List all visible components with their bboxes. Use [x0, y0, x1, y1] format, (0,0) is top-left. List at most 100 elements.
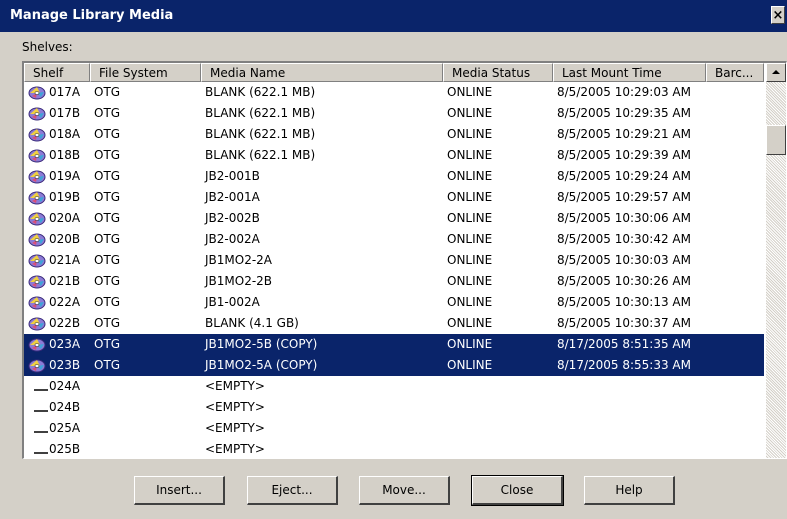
media-status-cell: ONLINE — [447, 127, 493, 141]
media-name-cell: JB1MO2-5B (COPY) — [205, 337, 318, 351]
dash-mark — [34, 431, 48, 433]
insert-button[interactable]: Insert... — [134, 476, 225, 505]
disc-icon — [28, 295, 46, 310]
table-row[interactable]: 017A OTG BLANK (622.1 MB) ONLINE 8/5/2005 10… — [24, 82, 764, 103]
shelf-cell: 017A — [49, 85, 81, 99]
table-row[interactable]: 022B OTG BLANK (4.1 GB) ONLINE 8/5/2005 10:3… — [24, 313, 764, 334]
table-row[interactable]: 023A OTG JB1MO2-5B (COPY) ONLINE 8/17/2005 8… — [24, 334, 764, 355]
media-status-cell: ONLINE — [447, 274, 493, 288]
last-mount-time-cell: 8/5/2005 10:30:03 AM — [557, 253, 691, 267]
file-system-cell: OTG — [94, 316, 121, 330]
table-row[interactable]: 018A OTG BLANK (622.1 MB) ONLINE 8/5/2005 10… — [24, 124, 764, 145]
disc-icon-graphic — [28, 149, 46, 163]
shelves-list[interactable]: Shelf File System Media Name Media Statu… — [22, 61, 787, 459]
shelf-cell: 024B — [49, 400, 81, 414]
table-row[interactable]: 025A <EMPTY> — [24, 418, 764, 439]
table-row[interactable]: 021A OTG JB1MO2-2A ONLINE 8/5/2005 10:30:03 … — [24, 250, 764, 271]
media-status-cell: ONLINE — [447, 316, 493, 330]
column-header-file-system[interactable]: File System — [90, 63, 201, 82]
table-row[interactable]: 018B OTG BLANK (622.1 MB) ONLINE 8/5/2005 10… — [24, 145, 764, 166]
disc-icon — [28, 274, 46, 289]
table-row[interactable]: 020B OTG JB2-002A ONLINE 8/5/2005 10:30:42 A… — [24, 229, 764, 250]
table-row[interactable]: 025B <EMPTY> — [24, 439, 764, 458]
disc-icon-graphic — [28, 191, 46, 205]
table-row[interactable]: 024A <EMPTY> — [24, 376, 764, 397]
shelves-label: Shelves: — [22, 40, 73, 54]
dash-mark — [34, 452, 48, 454]
last-mount-time-cell: 8/5/2005 10:29:24 AM — [557, 169, 691, 183]
vertical-scrollbar[interactable] — [766, 63, 786, 458]
disc-icon — [28, 169, 46, 184]
table-row[interactable]: 020A OTG JB2-002B ONLINE 8/5/2005 10:30:06 A… — [24, 208, 764, 229]
disc-icon — [28, 190, 46, 205]
disc-icon — [28, 253, 46, 268]
move-button[interactable]: Move... — [359, 476, 450, 505]
media-status-cell: ONLINE — [447, 337, 493, 351]
column-header-media-name[interactable]: Media Name — [201, 63, 443, 82]
disc-icon-graphic — [28, 107, 46, 121]
help-button[interactable]: Help — [584, 476, 675, 505]
scroll-thumb[interactable] — [766, 125, 786, 155]
media-status-cell: ONLINE — [447, 106, 493, 120]
file-system-cell: OTG — [94, 295, 121, 309]
shelf-cell: 019B — [49, 190, 81, 204]
shelf-cell: 022A — [49, 295, 81, 309]
close-window-button[interactable]: × — [771, 6, 785, 24]
media-name-cell: JB2-001B — [205, 169, 260, 183]
file-system-cell: OTG — [94, 85, 121, 99]
disc-icon — [28, 232, 46, 247]
column-header-last-mount-time[interactable]: Last Mount Time — [553, 63, 706, 82]
table-row[interactable]: 022A OTG JB1-002A ONLINE 8/5/2005 10:30:13 A… — [24, 292, 764, 313]
empty-slot-icon — [28, 379, 48, 394]
media-name-cell: <EMPTY> — [205, 400, 265, 414]
last-mount-time-cell: 8/5/2005 10:30:42 AM — [557, 232, 691, 246]
table-row[interactable]: 019B OTG JB2-001A ONLINE 8/5/2005 10:29:57 A… — [24, 187, 764, 208]
file-system-cell: OTG — [94, 127, 121, 141]
last-mount-time-cell: 8/5/2005 10:30:06 AM — [557, 211, 691, 225]
media-name-cell: JB2-002A — [205, 232, 260, 246]
disc-icon-graphic — [28, 296, 46, 310]
disc-icon-graphic — [28, 170, 46, 184]
file-system-cell: OTG — [94, 358, 121, 372]
file-system-cell: OTG — [94, 169, 121, 183]
shelf-cell: 024A — [49, 379, 81, 393]
last-mount-time-cell: 8/17/2005 8:51:35 AM — [557, 337, 691, 351]
disc-icon-graphic — [28, 254, 46, 268]
shelf-cell: 023A — [49, 337, 81, 351]
disc-icon-graphic — [28, 338, 46, 352]
dash-mark — [34, 389, 48, 391]
last-mount-time-cell: 8/5/2005 10:30:26 AM — [557, 274, 691, 288]
column-header-media-status[interactable]: Media Status — [443, 63, 553, 82]
table-row[interactable]: 017B OTG BLANK (622.1 MB) ONLINE 8/5/2005 10… — [24, 103, 764, 124]
eject-button[interactable]: Eject... — [247, 476, 338, 505]
table-row[interactable]: 021B OTG JB1MO2-2B ONLINE 8/5/2005 10:30:26 … — [24, 271, 764, 292]
shelf-cell: 017B — [49, 106, 81, 120]
file-system-cell: OTG — [94, 148, 121, 162]
column-header-barcode[interactable]: Barc... — [706, 63, 764, 82]
window-title: Manage Library Media — [10, 8, 174, 23]
media-name-cell: JB1MO2-2A — [205, 253, 273, 267]
table-row[interactable]: 019A OTG JB2-001B ONLINE 8/5/2005 10:29:24 A… — [24, 166, 764, 187]
media-status-cell: ONLINE — [447, 190, 493, 204]
last-mount-time-cell: 8/5/2005 10:30:37 AM — [557, 316, 691, 330]
scroll-up-button[interactable] — [766, 63, 786, 82]
table-row[interactable]: 024B <EMPTY> — [24, 397, 764, 418]
table-row[interactable]: 023B OTG JB1MO2-5A (COPY) ONLINE 8/17/2005 8… — [24, 355, 764, 376]
column-header-shelf[interactable]: Shelf — [24, 63, 90, 82]
up-arrow-icon — [772, 70, 780, 74]
last-mount-time-cell: 8/5/2005 10:29:21 AM — [557, 127, 691, 141]
shelf-cell: 020A — [49, 211, 81, 225]
media-status-cell: ONLINE — [447, 358, 493, 372]
media-name-cell: BLANK (622.1 MB) — [205, 106, 316, 120]
close-button[interactable]: Close — [471, 475, 564, 506]
media-status-cell: ONLINE — [447, 232, 493, 246]
file-system-cell: OTG — [94, 337, 121, 351]
shelf-cell: 018B — [49, 148, 81, 162]
file-system-cell: OTG — [94, 106, 121, 120]
shelf-cell: 021B — [49, 274, 81, 288]
file-system-cell: OTG — [94, 232, 121, 246]
list-rows: 017A OTG BLANK (622.1 MB) ONLINE 8/5/2005 10… — [24, 82, 764, 458]
file-system-cell: OTG — [94, 274, 121, 288]
empty-slot-icon — [28, 421, 48, 436]
file-system-cell: OTG — [94, 190, 121, 204]
